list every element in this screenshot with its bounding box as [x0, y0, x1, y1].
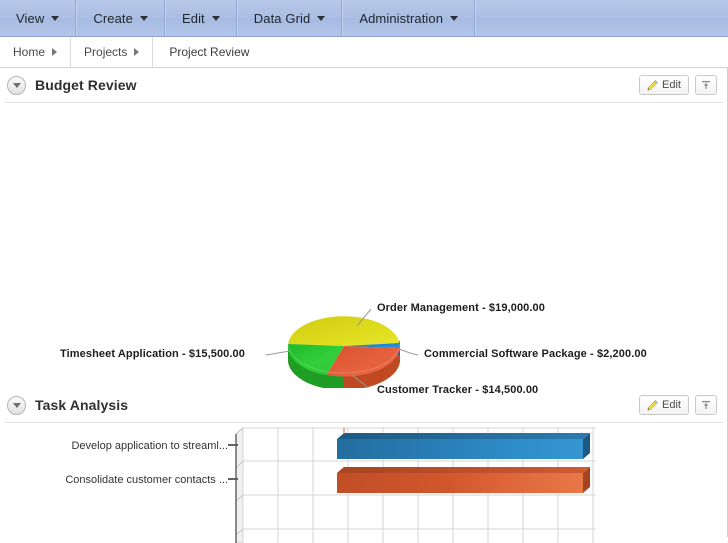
chevron-down-circle-icon[interactable] — [7, 395, 26, 415]
breadcrumb: Home Projects Project Review — [0, 37, 728, 68]
chevron-down-icon — [51, 15, 60, 21]
region-title: Budget Review — [35, 77, 137, 93]
bar-front-face-2 — [337, 473, 583, 493]
bar-category-label-2: Consolidate customer contacts ... — [65, 474, 228, 486]
page-body: Budget Review Edit Order Management - $1… — [0, 68, 728, 543]
region-header: Task Analysis Edit — [0, 388, 727, 422]
edit-button-label: Edit — [662, 399, 681, 411]
chevron-down-icon — [450, 15, 459, 21]
task-analysis-bar-chart: Develop application to streaml... Consol… — [0, 423, 727, 543]
menu-item-label: Create — [93, 10, 133, 26]
menu-item-edit[interactable]: Edit — [164, 0, 237, 36]
bar-top-face-2 — [337, 467, 590, 473]
bar-top-face-1 — [337, 433, 590, 439]
breadcrumb-item-home[interactable]: Home — [0, 37, 72, 67]
breadcrumb-item-project-review: Project Review — [153, 37, 262, 67]
chevron-down-circle-icon[interactable] — [7, 75, 26, 95]
menu-bar-filler — [475, 0, 728, 36]
pie-label-commercial-software-package: Commercial Software Package - $2,200.00 — [424, 348, 647, 360]
pie-label-order-management: Order Management - $19,000.00 — [377, 302, 545, 314]
pie-slice-order-management — [288, 316, 400, 346]
edit-button[interactable]: Edit — [639, 75, 689, 95]
breadcrumb-label: Projects — [84, 45, 128, 59]
pie-label-timesheet-application: Timesheet Application - $15,500.00 — [60, 348, 245, 360]
collapse-region-button[interactable] — [695, 75, 717, 95]
menu-item-label: Data Grid — [253, 10, 311, 26]
menu-item-create[interactable]: Create — [76, 0, 165, 36]
region-header: Budget Review Edit — [0, 68, 727, 102]
edit-button-label: Edit — [662, 79, 681, 91]
chevron-down-icon — [317, 15, 326, 21]
pie-chart-graphic — [265, 308, 419, 388]
pencil-icon — [647, 79, 658, 90]
budget-review-pie-chart: Order Management - $19,000.00 Commercial… — [0, 103, 727, 396]
region-body: Develop application to streaml... Consol… — [0, 423, 727, 543]
chevron-right-icon — [52, 48, 58, 56]
menu-item-label: Administration — [359, 10, 444, 26]
region-body: Order Management - $19,000.00 Commercial… — [0, 103, 727, 396]
breadcrumb-label: Home — [13, 45, 46, 59]
menu-item-view[interactable]: View — [0, 0, 77, 36]
breadcrumb-item-projects[interactable]: Projects — [71, 37, 154, 67]
collapse-region-button[interactable] — [695, 395, 717, 415]
edit-button[interactable]: Edit — [639, 395, 689, 415]
menu-item-label: Edit — [181, 10, 205, 26]
menu-item-label: View — [16, 10, 45, 26]
chevron-right-icon — [134, 48, 140, 56]
menu-item-data-grid[interactable]: Data Grid — [236, 0, 343, 36]
collapse-to-top-icon — [702, 401, 710, 409]
collapse-to-top-icon — [702, 81, 710, 89]
bar-category-label-1: Develop application to streaml... — [71, 440, 228, 452]
chevron-down-icon — [139, 15, 148, 21]
region-task-analysis: Task Analysis Edit Develop application t… — [0, 388, 727, 543]
region-budget-review: Budget Review Edit Order Management - $1… — [0, 68, 727, 396]
chevron-down-icon — [211, 15, 220, 21]
menu-item-administration[interactable]: Administration — [342, 0, 476, 36]
region-toolbar: Edit — [639, 75, 717, 95]
pencil-icon — [647, 399, 658, 410]
bar-front-face-1 — [337, 439, 583, 459]
breadcrumb-label: Project Review — [169, 45, 250, 59]
region-title: Task Analysis — [35, 397, 129, 413]
main-menu-bar: View Create Edit Data Grid Administratio… — [0, 0, 728, 37]
region-toolbar: Edit — [639, 395, 717, 415]
